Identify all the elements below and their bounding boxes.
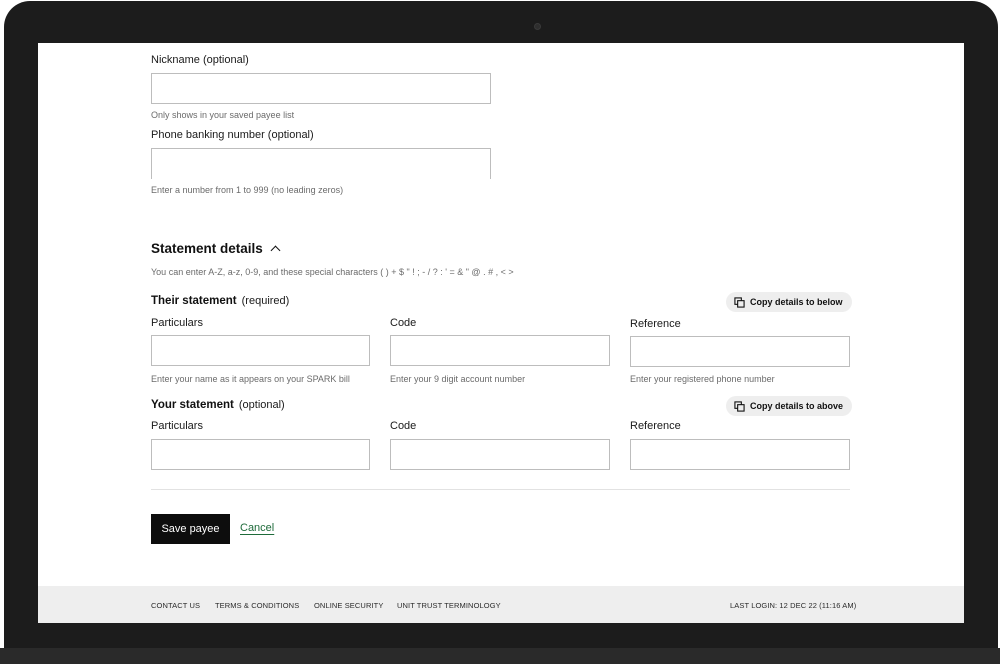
their-reference-hint: Enter your registered phone number [630, 374, 775, 384]
your-statement-title: Your statement [151, 399, 234, 411]
your-statement-heading: Your statement (optional) [151, 399, 285, 411]
phone-banking-input[interactable] [151, 148, 491, 179]
their-code-label: Code [390, 317, 417, 329]
your-particulars-label: Particulars [151, 420, 203, 432]
nickname-input[interactable] [151, 73, 491, 104]
your-reference-input[interactable] [630, 439, 850, 470]
footer-link-unit-trust[interactable]: UNIT TRUST TERMINOLOGY [397, 601, 501, 610]
your-code-input[interactable] [390, 439, 610, 470]
your-particulars-input[interactable] [151, 439, 370, 470]
footer-link-terms[interactable]: TERMS & CONDITIONS [215, 601, 299, 610]
copy-to-above-button[interactable]: Copy details to above [726, 396, 853, 416]
statement-details-toggle[interactable]: Statement details [151, 241, 281, 256]
form-divider [151, 489, 850, 490]
your-reference-label: Reference [630, 420, 681, 432]
save-payee-button[interactable]: Save payee [151, 514, 230, 544]
copy-icon [734, 296, 745, 308]
copy-icon [734, 400, 745, 412]
phone-banking-label: Phone banking number (optional) [151, 129, 314, 141]
chevron-up-icon [270, 245, 281, 256]
their-statement-heading: Their statement (required) [151, 295, 289, 307]
their-reference-input[interactable] [630, 336, 850, 367]
screen: Nickname (optional) Only shows in your s… [38, 43, 964, 623]
their-statement-title: Their statement [151, 295, 237, 307]
phone-banking-hint: Enter a number from 1 to 999 (no leading… [151, 185, 344, 195]
footer: CONTACT US TERMS & CONDITIONS ONLINE SEC… [38, 586, 964, 623]
footer-link-online-security[interactable]: ONLINE SECURITY [314, 601, 383, 610]
footer-link-contact-us[interactable]: CONTACT US [151, 601, 200, 610]
their-reference-label: Reference [630, 318, 681, 330]
their-particulars-label: Particulars [151, 317, 203, 329]
statement-details-title: Statement details [151, 241, 263, 256]
your-statement-qualifier: (optional) [238, 399, 285, 411]
laptop-base [0, 648, 1000, 664]
nickname-hint: Only shows in your saved payee list [151, 110, 295, 120]
their-particulars-input[interactable] [151, 335, 370, 366]
copy-to-above-label: Copy details to above [750, 401, 844, 411]
statement-note: You can enter A-Z, a-z, 0-9, and these s… [151, 267, 514, 277]
their-code-input[interactable] [390, 335, 610, 366]
camera-icon [534, 23, 541, 30]
copy-to-below-button[interactable]: Copy details to below [726, 292, 852, 312]
cancel-link[interactable]: Cancel [240, 522, 274, 534]
nickname-label: Nickname (optional) [151, 54, 249, 66]
your-code-label: Code [390, 420, 417, 432]
their-particulars-hint: Enter your name as it appears on your SP… [151, 374, 350, 384]
last-login-text: LAST LOGIN: 12 DEC 22 (11:16 AM) [730, 601, 857, 610]
their-statement-qualifier: (required) [241, 295, 290, 307]
copy-to-below-label: Copy details to below [750, 297, 843, 307]
their-code-hint: Enter your 9 digit account number [390, 374, 526, 384]
